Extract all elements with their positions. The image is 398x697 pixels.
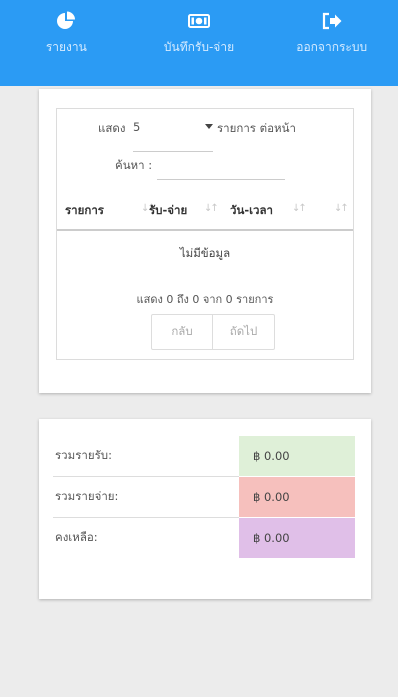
sort-icon[interactable]: ↓↑ [204,203,219,214]
column-header-item[interactable]: รายการ [65,202,104,220]
table-info: แสดง 0 ถึง 0 จาก 0 รายการ [136,293,274,306]
nav-item-label: รายงาน [45,40,87,54]
nav-item-logout[interactable]: ออกจากระบบ [265,0,398,86]
sign-out-icon [321,10,343,32]
summary-value: ฿ 0.00 [239,518,355,558]
caret-down-icon [205,124,213,129]
page-length-value: 5 [133,120,141,134]
top-navbar: รายงาน บันทึกรับ-จ่าย ออกจากระบบ [0,0,398,86]
table-header: รายการ ↓↑ รับ-จ่าย ↓↑ วัน-เวลา ↓↑ ↓↑ [57,187,353,231]
empty-table-message: ไม่มีข้อมูล [179,246,231,260]
pie-chart-icon [55,10,77,32]
nav-item-report[interactable]: รายงาน [0,0,133,86]
previous-page-button[interactable]: กลับ [152,315,212,349]
summary-row-expense: รวมรายจ่าย: ฿ 0.00 [53,477,355,517]
transactions-card: แสดง 5 รายการ ต่อหน้า ค้นหา : รายการ ↓↑ … [39,89,371,393]
sort-icon[interactable]: ↓↑ [292,203,307,214]
sort-icon[interactable]: ↓↑ [334,203,349,214]
search-input[interactable] [157,152,285,180]
summary-row-balance: คงเหลือ: ฿ 0.00 [53,518,355,558]
summary-value: ฿ 0.00 [239,436,355,476]
next-page-button[interactable]: ถัดไป [212,315,274,349]
summary-label: รวมรายจ่าย: [55,489,119,503]
length-suffix: รายการ ต่อหน้า [217,121,296,135]
nav-item-label: ออกจากระบบ [296,40,368,54]
money-icon [188,10,210,32]
summary-label: คงเหลือ: [55,530,98,544]
page-length-select[interactable]: 5 [133,118,213,152]
summary-row-income: รวมรายรับ: ฿ 0.00 [53,436,355,476]
length-prefix: แสดง [98,121,126,135]
column-header-datetime[interactable]: วัน-เวลา [230,202,273,220]
nav-item-record[interactable]: บันทึกรับ-จ่าย [133,0,266,86]
search-label: ค้นหา : [115,158,153,172]
summary-card: รวมรายรับ: ฿ 0.00 รวมรายจ่าย: ฿ 0.00 คงเ… [39,419,371,599]
summary-value: ฿ 0.00 [239,477,355,517]
transactions-table-wrapper: แสดง 5 รายการ ต่อหน้า ค้นหา : รายการ ↓↑ … [56,108,354,360]
column-header-type[interactable]: รับ-จ่าย [149,202,187,220]
pagination: กลับ ถัดไป [151,314,275,350]
nav-item-label: บันทึกรับ-จ่าย [163,40,235,54]
summary-label: รวมรายรับ: [55,448,112,462]
